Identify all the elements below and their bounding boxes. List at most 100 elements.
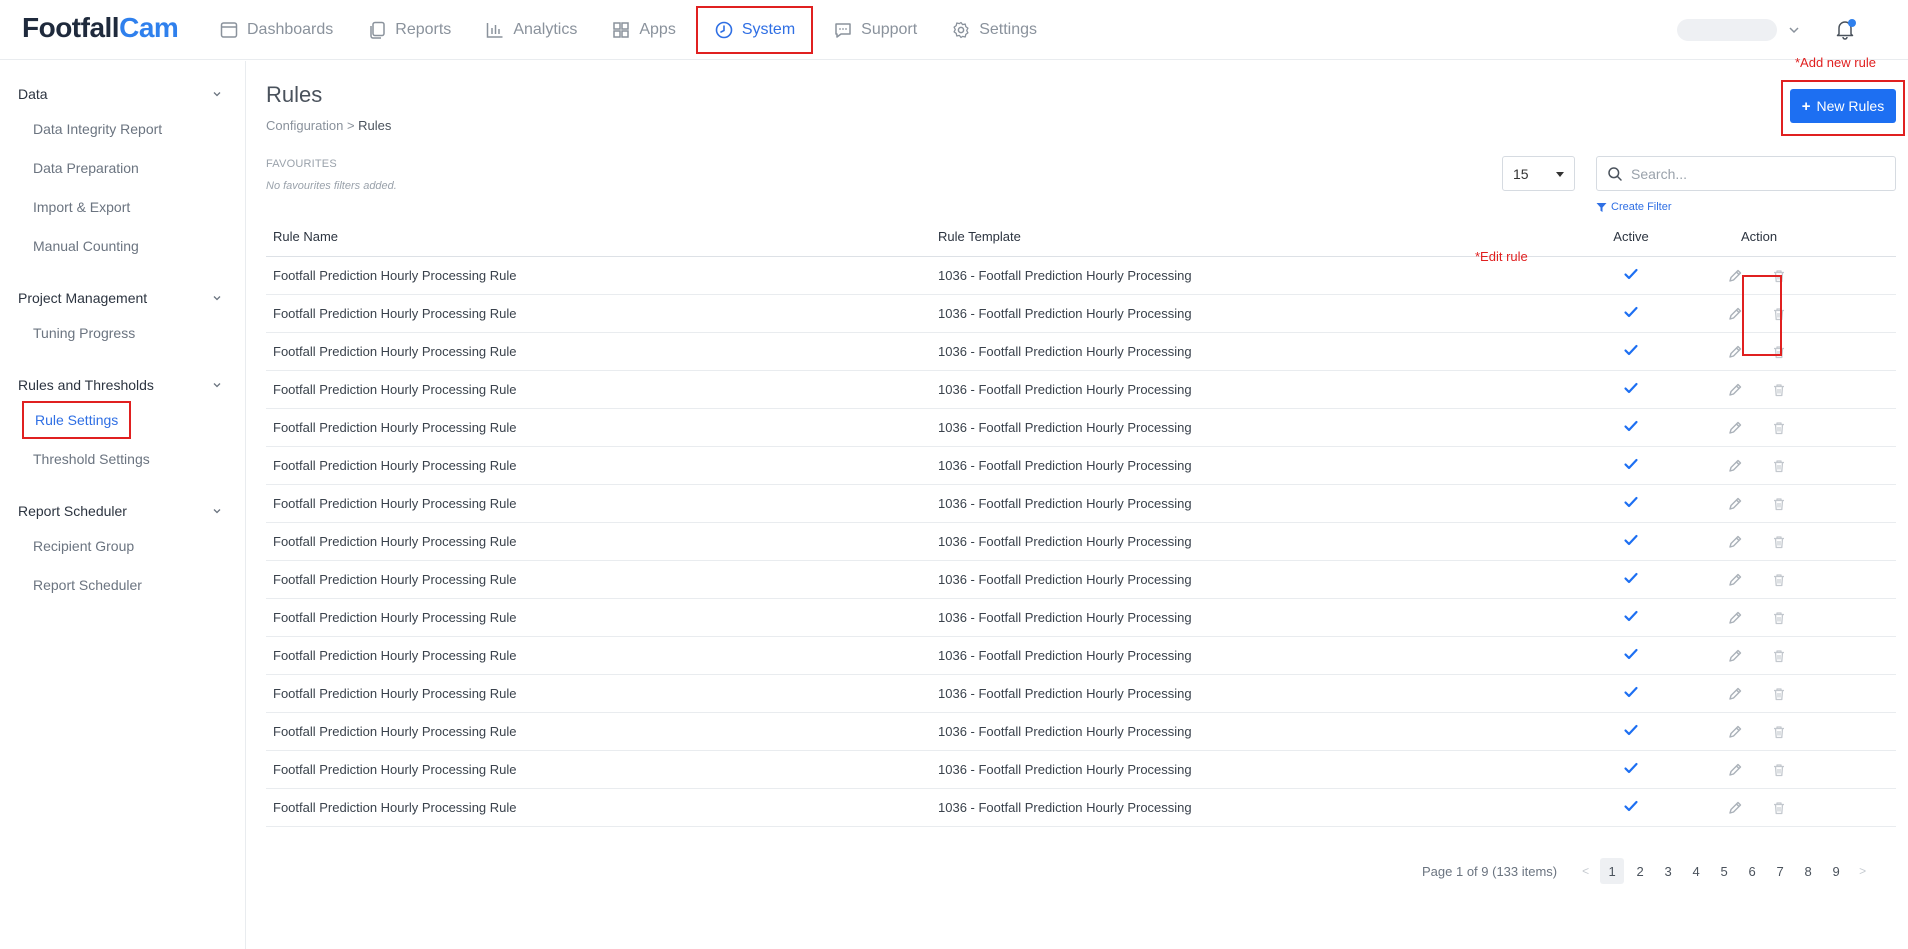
table-row[interactable]: Footfall Prediction Hourly Processing Ru… [266,561,1896,599]
sidebar-group-rules-and-thresholds[interactable]: Rules and Thresholds [0,370,245,400]
edit-icon[interactable] [1727,534,1743,550]
edit-icon[interactable] [1727,306,1743,322]
edit-icon[interactable] [1727,268,1743,284]
page-number-button[interactable]: 8 [1796,858,1820,884]
table-row[interactable]: Footfall Prediction Hourly Processing Ru… [266,523,1896,561]
sidebar-item-report-scheduler[interactable]: Report Scheduler [0,565,245,604]
edit-icon[interactable] [1727,686,1743,702]
sidebar-item-data-preparation[interactable]: Data Preparation [0,148,245,187]
new-rules-button[interactable]: + New Rules [1790,89,1896,123]
edit-icon[interactable] [1727,800,1743,816]
table-row[interactable]: Footfall Prediction Hourly Processing Ru… [266,485,1896,523]
table-row[interactable]: Footfall Prediction Hourly Processing Ru… [266,257,1896,295]
sidebar-item-tuning-progress[interactable]: Tuning Progress [0,313,245,352]
edit-icon[interactable] [1727,648,1743,664]
page-number-button[interactable]: 5 [1712,858,1736,884]
table-row[interactable]: Footfall Prediction Hourly Processing Ru… [266,751,1896,789]
table-row[interactable]: Footfall Prediction Hourly Processing Ru… [266,295,1896,333]
table-row[interactable]: Footfall Prediction Hourly Processing Ru… [266,333,1896,371]
nav-support[interactable]: Support [821,8,929,52]
user-account-menu[interactable] [1677,19,1777,41]
delete-icon[interactable] [1771,762,1787,778]
delete-icon[interactable] [1771,458,1787,474]
table-row[interactable]: Footfall Prediction Hourly Processing Ru… [266,447,1896,485]
sidebar-item-manual-counting[interactable]: Manual Counting [0,226,245,265]
sidebar-item-import-export[interactable]: Import & Export [0,187,245,226]
sidebar-group-project-management[interactable]: Project Management [0,283,245,313]
active-cell [1581,760,1681,779]
edit-icon[interactable] [1727,762,1743,778]
next-page-button[interactable]: > [1859,864,1866,878]
sidebar-item-threshold-settings[interactable]: Threshold Settings [0,439,245,478]
sidebar: Data Data Integrity Report Data Preparat… [0,61,246,949]
sidebar-item-label: Recipient Group [33,537,135,554]
page-number-button[interactable]: 9 [1824,858,1848,884]
edit-icon[interactable] [1727,724,1743,740]
edit-icon[interactable] [1727,458,1743,474]
column-header-rule-template[interactable]: Rule Template [931,229,1581,244]
column-header-action: Action [1741,229,1778,244]
sidebar-item-recipient-group[interactable]: Recipient Group [0,526,245,565]
page-number-button[interactable]: 6 [1740,858,1764,884]
active-cell [1581,608,1681,627]
delete-icon[interactable] [1771,800,1787,816]
table-row[interactable]: Footfall Prediction Hourly Processing Ru… [266,637,1896,675]
sidebar-item-label: Manual Counting [33,237,139,254]
delete-icon[interactable] [1771,420,1787,436]
delete-icon[interactable] [1771,572,1787,588]
table-row[interactable]: Footfall Prediction Hourly Processing Ru… [266,371,1896,409]
page-number-button[interactable]: 4 [1684,858,1708,884]
table-row[interactable]: Footfall Prediction Hourly Processing Ru… [266,713,1896,751]
checkmark-icon [1623,608,1639,624]
nav-reports[interactable]: Reports [355,8,463,52]
nav-apps[interactable]: Apps [599,8,687,52]
nav-system[interactable]: System [695,6,814,54]
page-number-button[interactable]: 3 [1656,858,1680,884]
edit-icon[interactable] [1727,420,1743,436]
chevron-down-icon[interactable] [1786,22,1802,38]
search-box[interactable] [1596,156,1896,191]
page-number-button[interactable]: 1 [1600,858,1625,884]
nav-dashboards[interactable]: Dashboards [207,8,345,52]
column-header-rule-name[interactable]: Rule Name [266,229,931,244]
rule-name-cell: Footfall Prediction Hourly Processing Ru… [273,572,517,587]
checkmark-icon [1623,532,1639,548]
sidebar-item-data-integrity-report[interactable]: Data Integrity Report [0,109,245,148]
delete-icon[interactable] [1771,648,1787,664]
sidebar-group-report-scheduler[interactable]: Report Scheduler [0,496,245,526]
checkmark-icon [1623,304,1639,320]
delete-icon[interactable] [1771,686,1787,702]
nav-settings[interactable]: Settings [939,8,1049,52]
page-number-button[interactable]: 2 [1628,858,1652,884]
notification-badge [1848,19,1856,27]
edit-icon[interactable] [1727,496,1743,512]
prev-page-button[interactable]: < [1582,864,1589,878]
sidebar-group-data[interactable]: Data [0,79,245,109]
nav-analytics[interactable]: Analytics [473,8,589,52]
page-number-button[interactable]: 7 [1768,858,1792,884]
table-row[interactable]: Footfall Prediction Hourly Processing Ru… [266,599,1896,637]
edit-icon[interactable] [1727,382,1743,398]
delete-icon[interactable] [1771,382,1787,398]
search-input[interactable] [1631,165,1881,182]
table-row[interactable]: Footfall Prediction Hourly Processing Ru… [266,409,1896,447]
page-size-select[interactable]: 15 [1502,156,1575,191]
settings-icon [953,21,969,39]
create-filter-link[interactable]: Create Filter [1596,201,1672,213]
delete-icon[interactable] [1771,610,1787,626]
column-header-active[interactable]: Active [1581,229,1681,244]
sidebar-item-rule-settings[interactable]: Rule Settings [0,400,245,439]
footfallcam-logo[interactable]: FootfallCam [22,12,179,44]
edit-icon[interactable] [1727,610,1743,626]
table-row[interactable]: Footfall Prediction Hourly Processing Ru… [266,675,1896,713]
breadcrumb-parent[interactable]: Configuration [266,118,343,133]
active-cell [1581,304,1681,323]
sidebar-group-label: Data [18,86,48,102]
edit-icon[interactable] [1727,572,1743,588]
delete-icon[interactable] [1771,534,1787,550]
nav-label: Support [861,21,918,38]
edit-icon[interactable] [1727,344,1743,360]
delete-icon[interactable] [1771,724,1787,740]
delete-icon[interactable] [1771,496,1787,512]
table-row[interactable]: Footfall Prediction Hourly Processing Ru… [266,789,1896,827]
